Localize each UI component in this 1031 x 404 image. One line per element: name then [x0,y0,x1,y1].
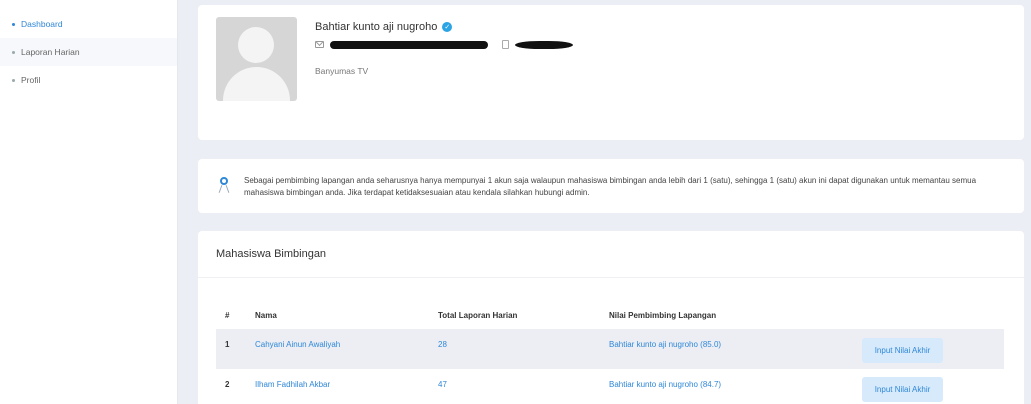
redacted-email [330,40,488,49]
profile-station: Banyumas TV [315,66,369,76]
verified-icon: ✓ [442,22,453,32]
table-title: Mahasiswa Bimbingan [216,248,327,260]
mentor-score-link[interactable]: Bahtiar kunto aji nugroho (85.0) [609,340,721,349]
row-number: 1 [225,340,230,349]
column-header-total-laporan: Total Laporan Harian [438,311,518,320]
notice-text: Sebagai pembimbing lapangan anda seharus… [244,176,977,197]
column-header-nilai-pembimbing: Nilai Pembimbing Lapangan [609,311,717,320]
sidebar: Dashboard Laporan Harian Profil [0,0,178,404]
profile-card: Bahtiar kunto aji nugroho ✓ Banyumas TV [198,5,1024,140]
phone-icon [502,40,509,49]
sidebar-item-laporan-harian[interactable]: Laporan Harian [0,38,177,66]
column-header-nama: Nama [255,311,277,320]
notice-card: Sebagai pembimbing lapangan anda seharus… [198,159,1024,213]
redacted-phone [515,40,573,49]
profile-name: Bahtiar kunto aji nugroho [315,21,438,33]
sidebar-item-label: Laporan Harian [21,47,80,57]
students-table-card: Mahasiswa Bimbingan # Nama Total Laporan… [198,231,1024,404]
sidebar-item-label: Profil [21,75,41,85]
row-number: 2 [225,380,230,389]
mentor-score-link[interactable]: Bahtiar kunto aji nugroho (84.7) [609,380,721,389]
input-final-score-button[interactable]: Input Nilai Akhir [862,338,943,363]
student-name-link[interactable]: Ilham Fadhilah Akbar [255,380,330,389]
mail-icon [315,41,324,48]
sidebar-item-dashboard[interactable]: Dashboard [0,10,177,38]
table-row: 2 Ilham Fadhilah Akbar 47 Bahtiar kunto … [216,369,1004,404]
report-count-link[interactable]: 28 [438,340,447,349]
divider [198,277,1024,278]
sidebar-item-profil[interactable]: Profil [0,66,177,94]
sidebar-item-label: Dashboard [21,19,63,29]
bullet-icon [12,50,15,54]
student-name-link[interactable]: Cahyani Ainun Awaliyah [255,340,340,349]
input-final-score-button[interactable]: Input Nilai Akhir [862,377,943,402]
avatar-body-shape [223,67,290,101]
profile-name-row: Bahtiar kunto aji nugroho ✓ [315,21,453,33]
profile-contact [315,40,573,49]
bullet-icon [12,22,15,26]
avatar-head-shape [238,27,274,63]
table-row: 1 Cahyani Ainun Awaliyah 28 Bahtiar kunt… [216,329,1004,369]
avatar [216,17,297,101]
column-header-number: # [225,311,230,320]
report-count-link[interactable]: 47 [438,380,447,389]
bullet-icon [12,78,15,82]
award-icon [218,177,230,195]
